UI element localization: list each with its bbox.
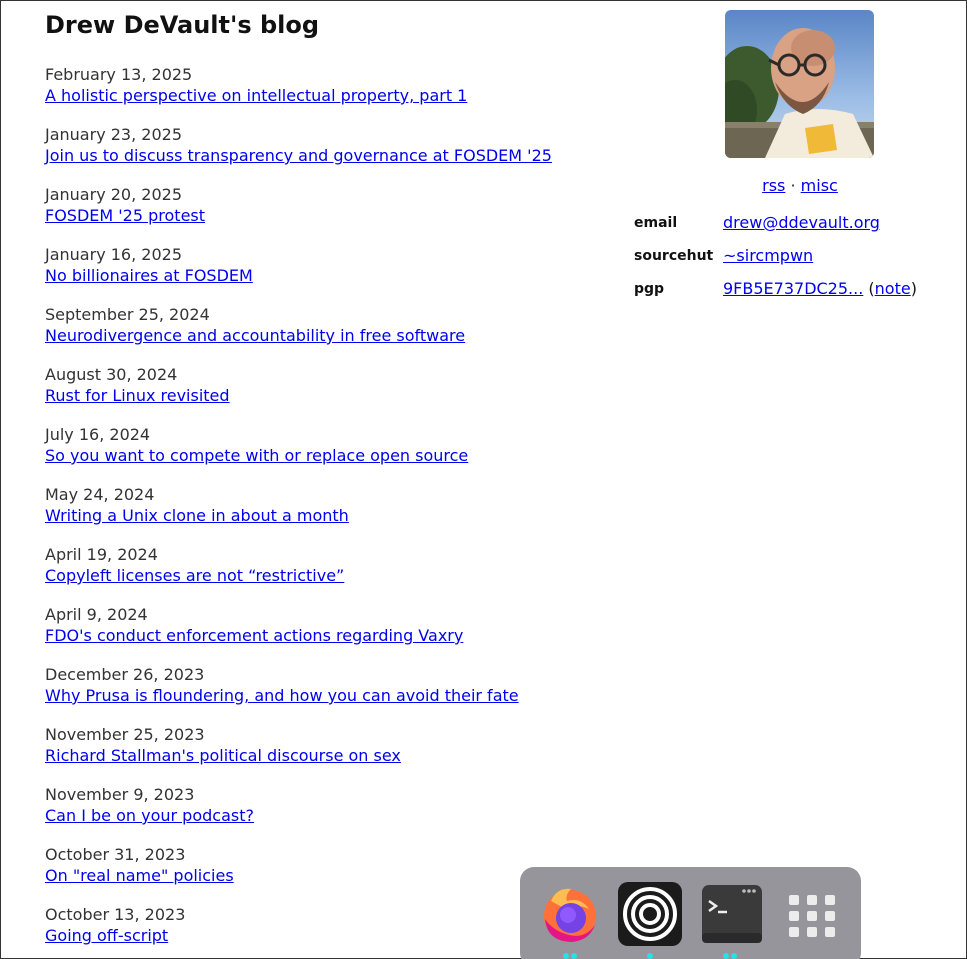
post-title-link[interactable]: Going off-script: [45, 925, 585, 946]
pgp-note-close: ): [910, 279, 917, 298]
pgp-label: pgp: [634, 281, 665, 297]
post-title-link[interactable]: FOSDEM '25 protest: [45, 205, 585, 226]
running-indicator: [563, 953, 569, 959]
post-title-link[interactable]: On "real name" policies: [45, 865, 585, 886]
pgp-key-link[interactable]: 9FB5E737DC25...: [723, 279, 863, 298]
pgp-note-link[interactable]: note: [875, 279, 911, 298]
post-item: October 13, 2023 Going off-script: [45, 904, 585, 959]
post-item: January 23, 2025 Join us to discuss trans…: [45, 124, 585, 184]
post-date: January 20, 2025: [45, 185, 182, 204]
sourcehut-link[interactable]: ~sircmpwn: [723, 246, 813, 265]
feed-links: rss · misc: [635, 175, 965, 196]
post-title-link[interactable]: Neurodivergence and accountability in fr…: [45, 325, 585, 346]
post-date: August 30, 2024: [45, 365, 178, 384]
post-date: May 24, 2024: [45, 485, 155, 504]
misc-link[interactable]: misc: [801, 176, 838, 195]
post-item: August 30, 2024 Rust for Linux revisited: [45, 364, 585, 424]
post-title-link[interactable]: FDO's conduct enforcement actions regard…: [45, 625, 585, 646]
post-date: September 25, 2024: [45, 305, 210, 324]
email-label: email: [634, 215, 678, 231]
feed-separator: ·: [790, 176, 796, 195]
post-date: February 13, 2025: [45, 65, 193, 84]
post-item: September 25, 2024 Neurodivergence and ac…: [45, 304, 585, 364]
author-avatar: [725, 10, 874, 158]
running-indicator: [723, 953, 729, 959]
post-item: February 13, 2025 A holistic perspective …: [45, 64, 585, 124]
post-title-link[interactable]: Richard Stallman's political discourse o…: [45, 745, 585, 766]
blog-title: Drew DeVault's blog: [45, 11, 320, 39]
post-item: May 24, 2024 Writing a Unix clone in abou…: [45, 484, 585, 544]
post-title-link[interactable]: No billionaires at FOSDEM: [45, 265, 585, 286]
post-title-link[interactable]: Join us to discuss transparency and gove…: [45, 145, 585, 166]
app-grid-icon[interactable]: [779, 881, 845, 947]
post-date: April 19, 2024: [45, 545, 158, 564]
post-item: December 26, 2023 Why Prusa is flounderin…: [45, 664, 585, 724]
terminal-icon[interactable]: [699, 881, 765, 947]
post-title-link[interactable]: So you want to compete with or replace o…: [45, 445, 585, 466]
post-item: November 25, 2023 Richard Stallman's poli…: [45, 724, 585, 784]
firefox-icon[interactable]: [537, 881, 603, 947]
post-date: April 9, 2024: [45, 605, 148, 624]
post-title-link[interactable]: A holistic perspective on intellectual p…: [45, 85, 585, 106]
rss-link[interactable]: rss: [762, 176, 785, 195]
post-date: July 16, 2024: [45, 425, 151, 444]
post-item: April 9, 2024 FDO's conduct enforcement a…: [45, 604, 585, 664]
post-item: October 31, 2023 On "real name" policies: [45, 844, 585, 904]
post-date: December 26, 2023: [45, 665, 205, 684]
post-item: November 9, 2023 Can I be on your podcast…: [45, 784, 585, 844]
post-title-link[interactable]: Rust for Linux revisited: [45, 385, 585, 406]
running-indicator: [571, 953, 577, 959]
post-title-link[interactable]: Copyleft licenses are not “restrictive”: [45, 565, 585, 586]
post-title-link[interactable]: Can I be on your podcast?: [45, 805, 585, 826]
running-indicator: [731, 953, 737, 959]
post-title-link[interactable]: Writing a Unix clone in about a month: [45, 505, 585, 526]
post-date: October 31, 2023: [45, 845, 186, 864]
post-date: January 16, 2025: [45, 245, 182, 264]
sourcehut-label: sourcehut: [634, 248, 714, 264]
post-item: January 16, 2025 No billionaires at FOSDE…: [45, 244, 585, 304]
post-date: November 9, 2023: [45, 785, 195, 804]
app-dock: [520, 867, 861, 959]
post-item: April 19, 2024 Copyleft licenses are not …: [45, 544, 585, 604]
post-list: February 13, 2025 A holistic perspective …: [45, 64, 585, 959]
post-title-link[interactable]: Why Prusa is floundering, and how you ca…: [45, 685, 585, 706]
post-date: January 23, 2025: [45, 125, 182, 144]
post-date: October 13, 2023: [45, 905, 186, 924]
running-indicator: [647, 953, 653, 959]
post-item: July 16, 2024 So you want to compete with…: [45, 424, 585, 484]
email-link[interactable]: drew@ddevault.org: [723, 213, 880, 232]
concentric-circles-app-icon[interactable]: [617, 881, 683, 947]
post-item: January 20, 2025 FOSDEM '25 protest: [45, 184, 585, 244]
post-date: November 25, 2023: [45, 725, 205, 744]
